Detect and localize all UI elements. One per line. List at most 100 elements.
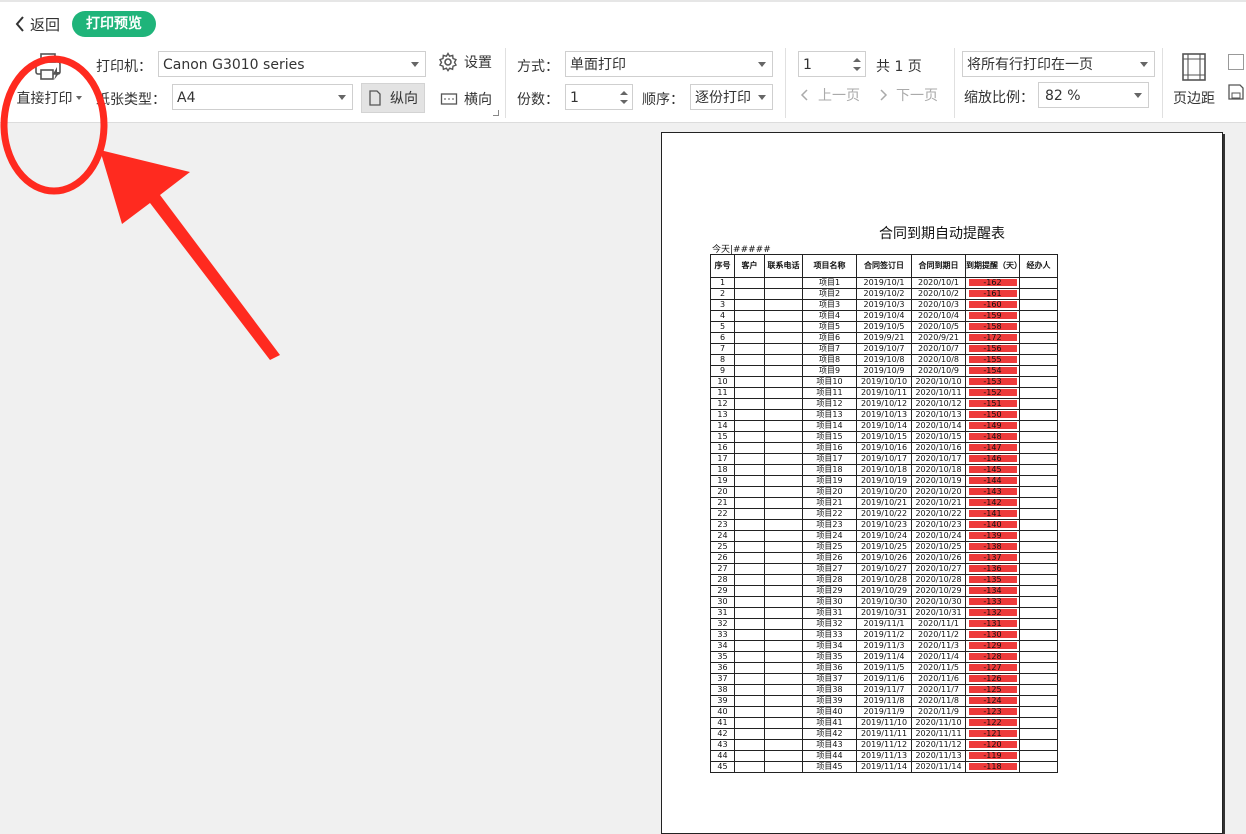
table-row: 29 项目29 2019/10/29 2020/10/29 -134 — [710, 585, 1058, 597]
page-number-stepper[interactable]: 1 — [798, 51, 866, 77]
table-cell — [734, 662, 765, 674]
table-cell — [1019, 442, 1058, 454]
table-cell: 26 — [710, 552, 735, 564]
prev-page-button[interactable]: 上一页 — [800, 85, 860, 105]
settings-button[interactable]: 设置 — [438, 52, 492, 72]
table-cell: 6 — [710, 332, 735, 344]
days-remaining: -152 — [983, 388, 1002, 398]
table-cell: 2020/10/19 — [911, 475, 966, 487]
save-icon[interactable] — [1228, 84, 1244, 100]
back-button[interactable]: 返回 — [14, 12, 60, 36]
paper-type-select[interactable]: A4 — [172, 84, 353, 110]
column-header: 客户 — [734, 254, 765, 278]
table-cell: 2020/10/7 — [911, 343, 966, 355]
table-cell: -122 — [965, 717, 1020, 729]
table-row: 30 项目30 2019/10/30 2020/10/30 -133 — [710, 596, 1058, 608]
table-cell: 32 — [710, 618, 735, 630]
zoom-select[interactable]: 82 % — [1038, 82, 1149, 108]
table-cell — [734, 684, 765, 696]
table-cell — [1019, 299, 1058, 311]
table-cell: 10 — [710, 376, 735, 388]
page-margins-button[interactable]: 页边距 — [1170, 52, 1218, 108]
table-cell: 2019/11/3 — [856, 640, 912, 652]
fit-mode-select[interactable]: 将所有行打印在一页 — [962, 51, 1155, 77]
table-cell: 项目35 — [802, 651, 857, 663]
table-cell: 14 — [710, 420, 735, 432]
gear-icon — [438, 52, 458, 72]
table-header-row: 序号 客户 联系电话 项目名称 合同签订日 合同到期日 到期提醒（天） 经办人 — [710, 254, 1058, 278]
table-row: 7 项目7 2019/10/7 2020/10/7 -156 — [710, 343, 1058, 355]
page-number-value: 1 — [803, 57, 812, 73]
table-row: 21 项目21 2019/10/21 2020/10/21 -142 — [710, 497, 1058, 509]
toolbar-separator — [505, 48, 506, 118]
next-page-button[interactable]: 下一页 — [878, 85, 938, 105]
table-cell — [734, 376, 765, 388]
table-row: 18 项目18 2019/10/18 2020/10/18 -145 — [710, 464, 1058, 476]
table-cell: 项目34 — [802, 640, 857, 652]
table-cell: 项目9 — [802, 365, 857, 377]
stepper-up-icon[interactable] — [620, 91, 628, 95]
direct-print-button[interactable]: 直接打印 — [12, 52, 86, 108]
table-cell: 2020/11/3 — [911, 640, 966, 652]
table-cell: 2019/10/22 — [856, 508, 912, 520]
table-cell: -140 — [965, 519, 1020, 531]
paper-type-value: A4 — [177, 90, 196, 106]
landscape-label: 横向 — [464, 92, 492, 108]
table-row: 1 项目1 2019/10/1 2020/10/1 -162 — [710, 277, 1058, 289]
printer-select[interactable]: Canon G3010 series — [158, 51, 426, 77]
stepper-down-icon[interactable] — [620, 100, 628, 104]
days-remaining: -134 — [983, 586, 1002, 596]
table-cell: 2020/10/15 — [911, 431, 966, 443]
table-cell: 2019/10/9 — [856, 365, 912, 377]
table-cell — [764, 706, 803, 718]
table-cell: -156 — [965, 343, 1020, 355]
table-cell: 2019/10/21 — [856, 497, 912, 509]
table-cell — [1019, 519, 1058, 531]
table-cell — [764, 310, 803, 322]
landscape-button[interactable]: 横向 — [440, 89, 492, 109]
table-cell: 12 — [710, 398, 735, 410]
table-cell: 项目11 — [802, 387, 857, 399]
table-cell — [734, 409, 765, 421]
table-cell — [764, 717, 803, 729]
option-checkbox[interactable] — [1228, 54, 1244, 70]
table-cell: 2019/11/5 — [856, 662, 912, 674]
table-cell: 2020/10/8 — [911, 354, 966, 366]
table-cell: 项目29 — [802, 585, 857, 597]
copies-stepper[interactable]: 1 — [565, 84, 633, 110]
table-cell — [734, 541, 765, 553]
table-row: 16 项目16 2019/10/16 2020/10/16 -147 — [710, 442, 1058, 454]
table-cell: 44 — [710, 750, 735, 762]
stepper-up-icon[interactable] — [853, 58, 861, 62]
table-cell — [1019, 651, 1058, 663]
table-cell: 2020/10/12 — [911, 398, 966, 410]
prev-page-label: 上一页 — [818, 88, 860, 104]
table-cell: 2020/10/25 — [911, 541, 966, 553]
table-cell — [1019, 354, 1058, 366]
table-cell: -155 — [965, 354, 1020, 366]
table-cell — [1019, 618, 1058, 630]
order-select[interactable]: 逐份打印 — [690, 84, 773, 110]
table-row: 22 项目22 2019/10/22 2020/10/22 -141 — [710, 508, 1058, 520]
portrait-button[interactable]: 纵向 — [361, 83, 425, 113]
table-cell — [764, 574, 803, 586]
table-row: 17 项目17 2019/10/17 2020/10/17 -146 — [710, 453, 1058, 465]
table-cell — [1019, 332, 1058, 344]
table-cell: 2019/9/21 — [856, 332, 912, 344]
days-remaining: -123 — [983, 707, 1002, 717]
table-cell: 项目43 — [802, 739, 857, 751]
table-cell: 2020/11/4 — [911, 651, 966, 663]
table-row: 9 项目9 2019/10/9 2020/10/9 -154 — [710, 365, 1058, 377]
print-preview-tab[interactable]: 打印预览 — [72, 11, 156, 37]
dropdown-arrow-icon — [411, 62, 419, 67]
table-cell — [1019, 321, 1058, 333]
table-cell: 项目37 — [802, 673, 857, 685]
stepper-down-icon[interactable] — [853, 67, 861, 71]
days-remaining: -128 — [983, 652, 1002, 662]
table-cell — [1019, 343, 1058, 355]
table-cell: 2020/10/3 — [911, 299, 966, 311]
expand-corner-icon[interactable] — [493, 110, 499, 116]
print-mode-select[interactable]: 单面打印 — [565, 51, 773, 77]
column-header: 联系电话 — [764, 254, 803, 278]
days-remaining: -142 — [983, 498, 1002, 508]
